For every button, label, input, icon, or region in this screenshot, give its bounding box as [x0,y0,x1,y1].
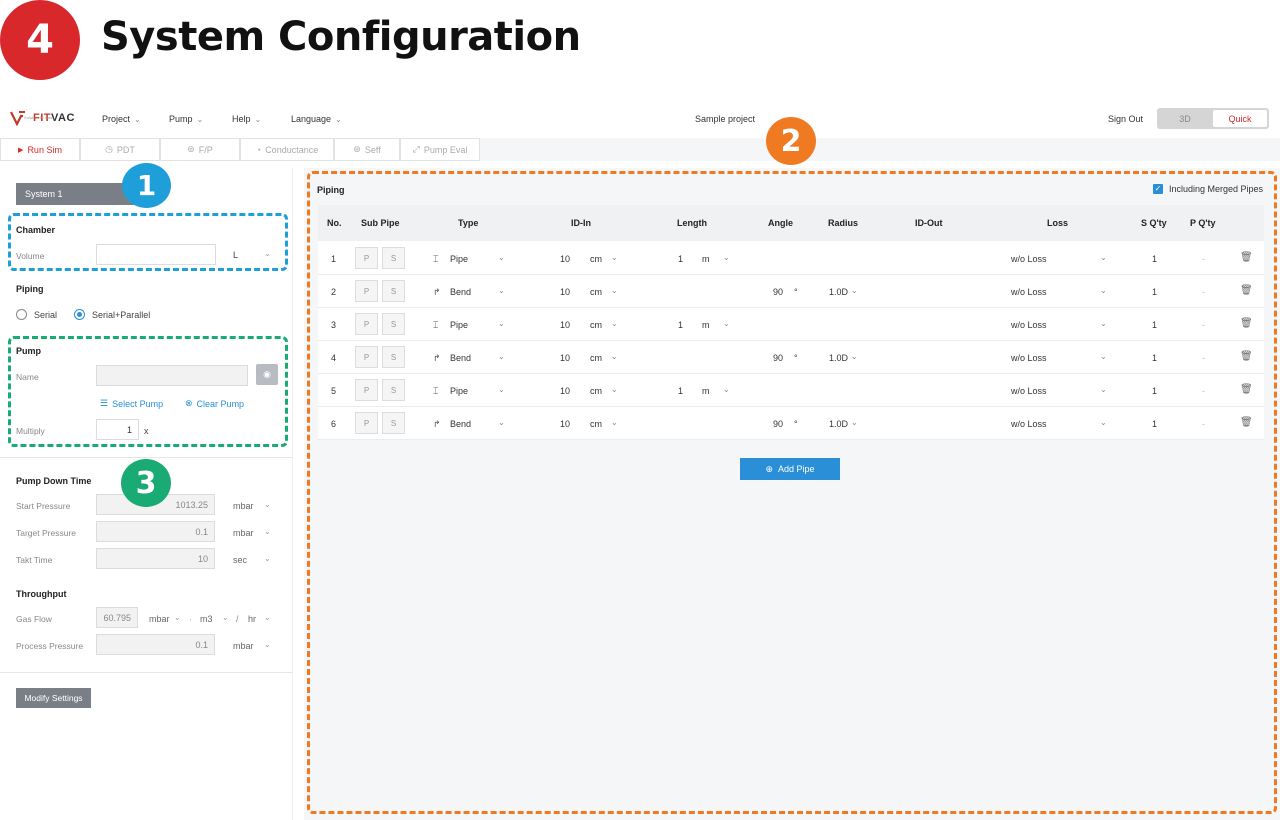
chevron-down-icon: ⌄ [264,500,271,509]
conductance-button[interactable]: ◔ Conductance [240,138,334,161]
gas-flow-dot: · [189,614,192,624]
annotation-badge-3: 3 [121,459,171,507]
run-sim-button[interactable]: ▶ Run Sim [0,138,80,161]
section-divider [0,457,293,458]
gauge-icon: ⊚ [187,144,195,154]
system-select[interactable]: System 1 [16,183,136,205]
chevron-down-icon: ⌄ [264,613,271,622]
chevron-down-icon: ⌄ [222,613,229,622]
chevron-down-icon: ⌄ [264,554,271,563]
pump-eval-button[interactable]: ⤢ Pump Eval [400,138,480,161]
annotation-box-pump [8,336,288,447]
target-pressure-unit[interactable]: mbar [233,528,254,538]
process-pressure-label: Process Pressure [16,641,84,651]
gas-flow-unit-pressure[interactable]: mbar [149,614,170,624]
annotation-badge-1: 1 [122,163,171,208]
serial-radio[interactable] [16,309,27,320]
chevron-down-icon: ⌄ [264,640,271,649]
pump-eval-icon: ⤢ [412,144,420,154]
target-pressure-input[interactable]: 0.1 [96,521,215,542]
page-title: System Configuration [101,14,581,60]
chevron-down-icon: ⌄ [264,527,271,536]
fp-button[interactable]: ⊚ F/P [160,138,240,161]
play-icon: ▶ [18,146,24,154]
pump-down-time-title: Pump Down Time [16,476,92,486]
annotation-badge-2: 2 [766,117,816,165]
gas-flow-input[interactable]: 60.795 [96,607,138,628]
chevron-down-icon: ⌄ [335,115,342,124]
chevron-down-icon: ⌄ [134,115,141,124]
start-pressure-unit[interactable]: mbar [233,501,254,511]
takt-time-input[interactable]: 10 [96,548,215,569]
menu-project[interactable]: Project ⌄ [102,114,141,124]
gas-flow-unit-time[interactable]: hr [248,614,256,624]
modify-settings-button[interactable]: Modify Settings [16,688,91,708]
project-name: Sample project [695,114,756,124]
gas-flow-slash: / [236,614,239,624]
logo-tagline: Solution by Gas [24,115,53,120]
sim-toolbar: ▶ Run Sim ◷ PDT ⊚ F/P ◔ Conductance ⊛ Seff ⤢ P… [0,138,1280,161]
gas-flow-label: Gas Flow [16,614,52,624]
section-divider [0,672,293,673]
menu-pump[interactable]: Pump ⌄ [169,114,203,124]
view-quick-button[interactable]: Quick [1213,110,1267,127]
sign-out-link[interactable]: Sign Out [1108,114,1143,124]
conductance-icon: ◔ [255,144,262,155]
serial-label: Serial [34,310,58,320]
piping-title: Piping [16,284,44,294]
annotation-box-piping [307,171,1277,814]
pdt-button[interactable]: ◷ PDT [80,138,160,161]
chevron-down-icon: ⌄ [254,115,262,124]
annotation-box-chamber [8,213,288,271]
view-3d-button[interactable]: 3D [1157,108,1213,129]
process-pressure-unit[interactable]: mbar [233,641,254,651]
process-pressure-input[interactable]: 0.1 [96,634,215,655]
gas-flow-unit-volume[interactable]: m3 [200,614,213,624]
throughput-title: Throughput [16,589,67,599]
takt-time-unit[interactable]: sec [233,555,247,565]
clock-icon: ◷ [105,144,113,154]
seff-button[interactable]: ⊛ Seff [334,138,400,161]
top-navbar: FITVAC Solution by Gas Project ⌄ Pump ⌄ He… [0,100,1280,137]
step-number-badge: 4 [0,0,80,80]
takt-time-label: Takt Time [16,555,53,565]
serial-parallel-radio[interactable] [74,309,85,320]
serial-parallel-label: Serial+Parallel [92,310,151,320]
menu-help[interactable]: Help ⌄ [232,114,261,124]
target-pressure-label: Target Pressure [16,528,76,538]
chevron-down-icon: ⌄ [196,115,204,124]
view-mode-toggle: 3D Quick [1157,108,1269,129]
start-pressure-label: Start Pressure [16,501,71,511]
seff-icon: ⊛ [353,144,361,154]
chevron-down-icon: ⌄ [174,613,181,622]
menu-language[interactable]: Language ⌄ [291,114,342,124]
